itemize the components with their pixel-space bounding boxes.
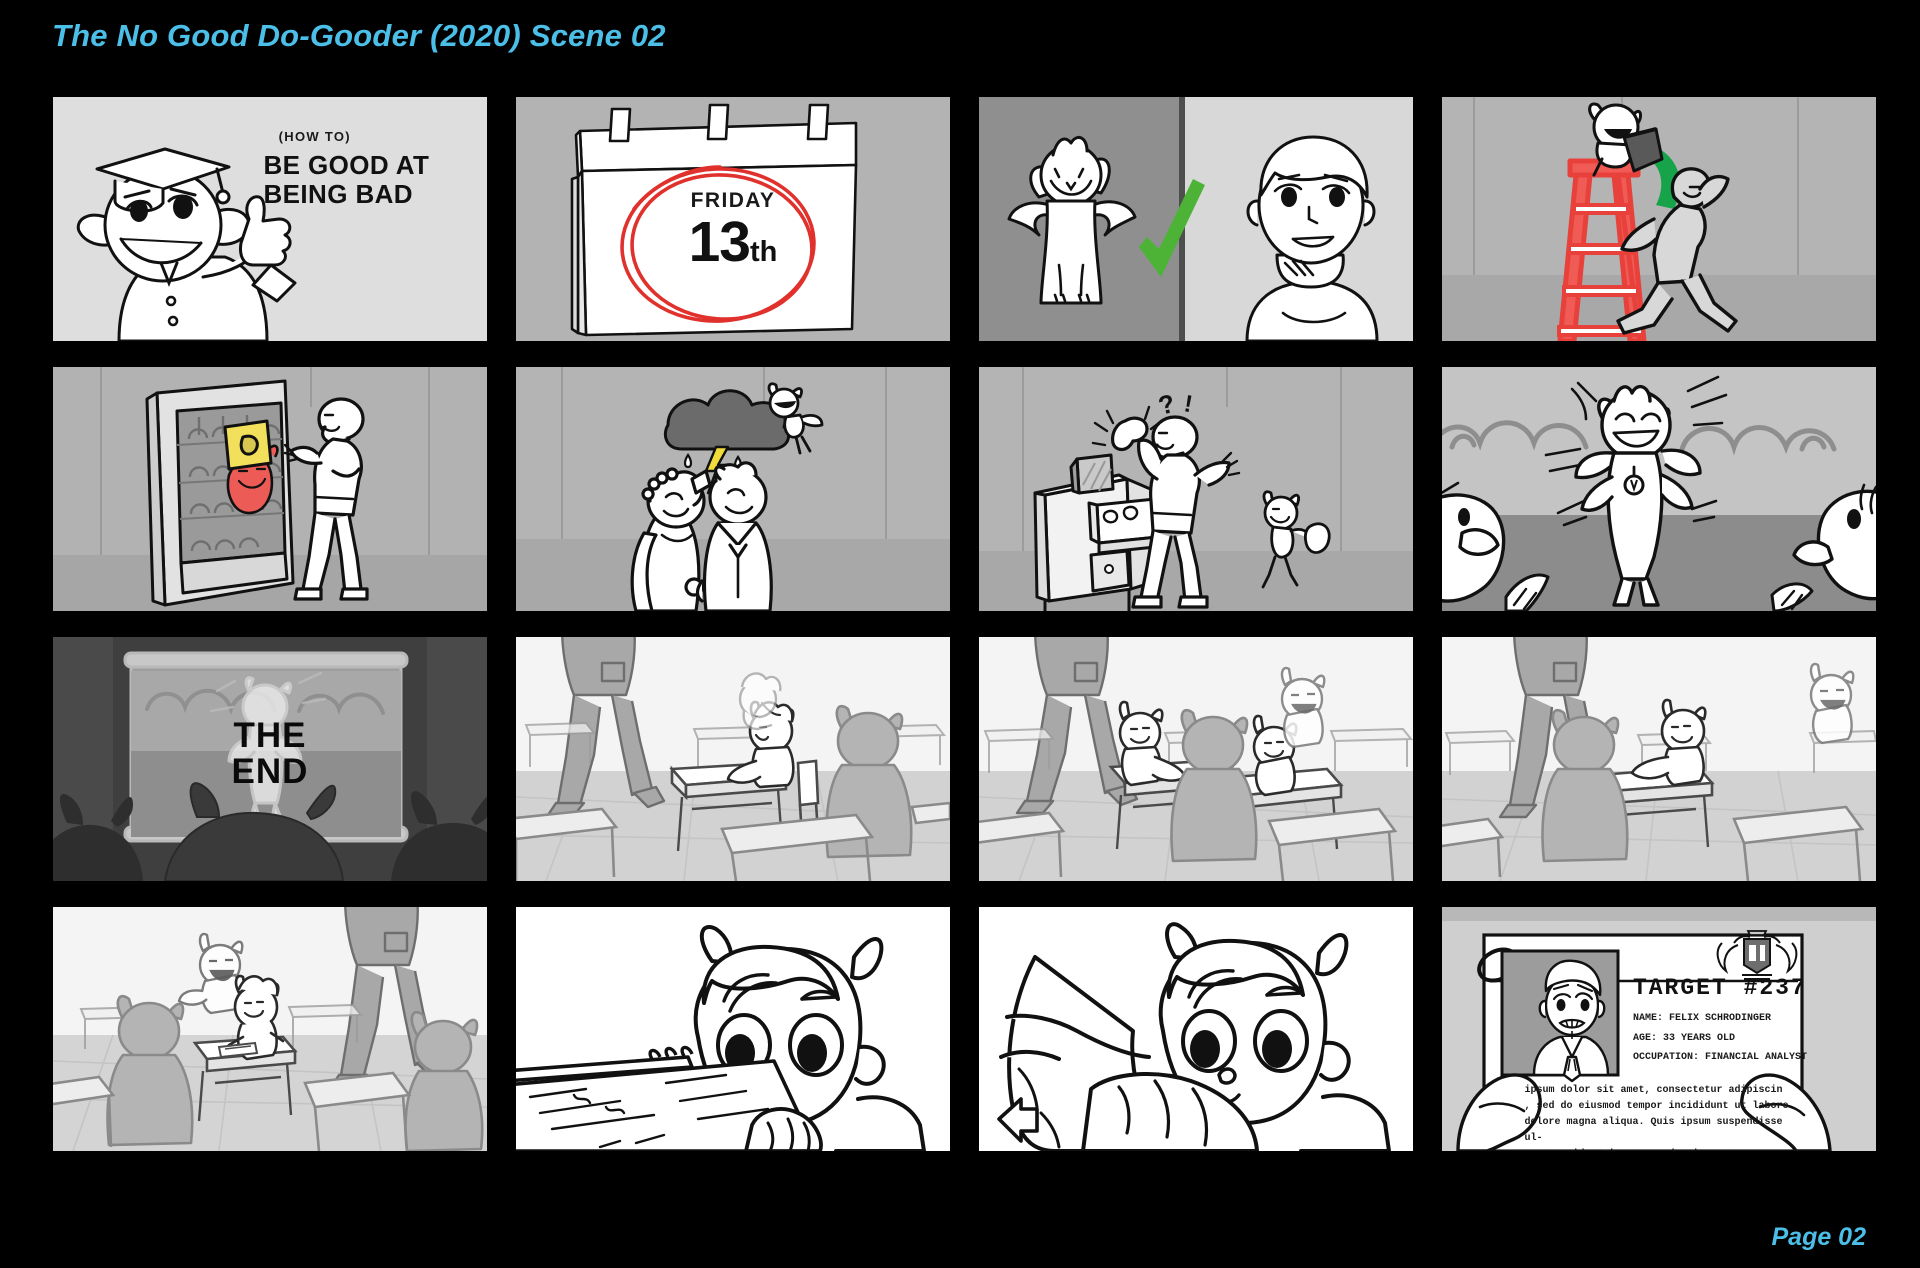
storyboard-panel-imp-award[interactable]	[1442, 367, 1876, 611]
panel-art-sock: ? !	[979, 367, 1413, 611]
storyboard-panel-calendar[interactable]: FRIDAY 13th	[516, 97, 950, 341]
panel-art-classroom-a	[516, 637, 950, 881]
storyboard-panel-title-card[interactable]: (HOW TO) BE GOOD AT BEING BAD	[53, 97, 487, 341]
dossier-body-line: dolore magna aliqua. Quis ipsum suspendi…	[1524, 1117, 1783, 1145]
panel-art-reading-notebook	[516, 907, 950, 1151]
storyboard-panel-the-end-screening[interactable]: THE END	[53, 637, 487, 881]
storyboard-panel-ladder-paint-prank[interactable]	[1442, 97, 1876, 341]
storyboard-panel-imp-reading-paper[interactable]	[979, 907, 1413, 1151]
storyboard-panel-wedding-raincloud[interactable]	[516, 367, 950, 611]
storyboard-panel-split-imp-and-man[interactable]	[979, 97, 1413, 341]
panel-art-wedding	[516, 367, 950, 611]
panel1-kicker: (HOW TO)	[278, 128, 351, 144]
panel-art-classroom-d	[53, 907, 487, 1151]
storyboard-panel-vending-machine[interactable]	[53, 367, 487, 611]
storyboard-panel-classroom-wide-a[interactable]	[516, 637, 950, 881]
dossier-title: TARGET #237	[1632, 975, 1807, 1002]
dossier-body-line: , sed do eiusmod tempor incididunt ut la…	[1524, 1100, 1789, 1112]
storyboard-panel-imp-reading-notebook[interactable]	[516, 907, 950, 1151]
panel-art-split	[979, 97, 1413, 341]
storyboard-panel-target-dossier[interactable]: TARGET #237 NAME: FELIX SCHRODINGER AGE:…	[1442, 907, 1876, 1151]
dossier-body-line: ces gravida. Risus commodo viverra maece…	[1524, 1147, 1793, 1151]
panel-art-classroom-c	[1442, 637, 1876, 881]
dossier-body-text: ipsum dolor sit amet, consectetur adipis…	[1524, 1083, 1793, 1151]
calendar-day: 13th	[688, 210, 778, 275]
page-number: Page 02	[1771, 1223, 1866, 1251]
panel-art-ladder	[1442, 97, 1876, 341]
panel-art-title-card	[76, 147, 297, 341]
storyboard-panel-missing-sock[interactable]: ? !	[979, 367, 1413, 611]
dossier-body-line: ipsum dolor sit amet, consectetur adipis…	[1524, 1084, 1783, 1096]
dossier-fields: NAME: FELIX SCHRODINGER AGE: 33 YEARS OL…	[1633, 1009, 1807, 1068]
page-title: The No Good Do-Gooder (2020) Scene 02	[52, 18, 666, 53]
panel1-headline: BE GOOD AT BEING BAD	[263, 149, 430, 209]
storyboard-grid: (HOW TO) BE GOOD AT BEING BAD FRIDAY 13t…	[53, 97, 1876, 1187]
dossier-field-name: NAME: FELIX SCHRODINGER	[1632, 1013, 1771, 1025]
storyboard-panel-classroom-wide-c[interactable]	[1442, 637, 1876, 881]
panel-art-award	[1442, 367, 1876, 611]
storyboard-panel-classroom-wide-d[interactable]	[53, 907, 487, 1151]
dossier-field-age: AGE: 33 YEARS OLD	[1632, 1032, 1735, 1044]
panel-art-reading-paper	[979, 907, 1413, 1151]
panel-art-classroom-b	[979, 637, 1413, 881]
the-end-caption: THE END	[231, 715, 309, 792]
storyboard-panel-classroom-wide-b[interactable]	[979, 637, 1413, 881]
dossier-field-occupation: OCCUPATION: FINANCIAL ANALYST	[1632, 1052, 1807, 1064]
panel-art-vending	[53, 367, 487, 611]
